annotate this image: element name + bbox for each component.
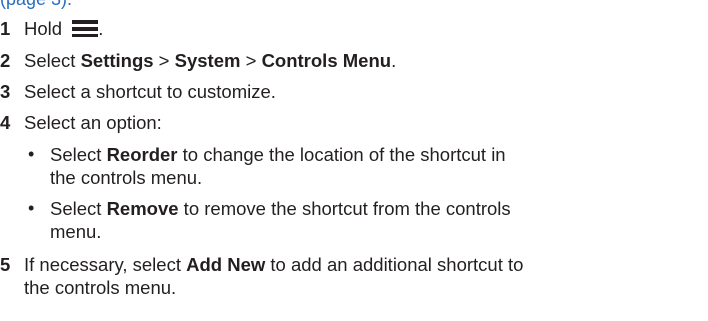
menu-icon (72, 19, 99, 42)
step-text: Select an option: (24, 112, 162, 133)
step-number: 5 (0, 254, 11, 275)
bullet-icon: • (28, 198, 35, 218)
reorder-label: Reorder (106, 144, 178, 165)
step-text: Select a shortcut to customize. (24, 81, 276, 102)
controls-menu-label: Controls Menu (261, 50, 392, 71)
step-number: 4 (0, 112, 11, 133)
remove-label: Remove (106, 198, 179, 219)
step-number: 3 (0, 81, 11, 102)
step-number: 2 (0, 50, 11, 71)
option-text-line2: the controls menu. (50, 167, 203, 188)
document-page: (page 3). 1 Hold . 2 Select Settings > S… (0, 0, 708, 321)
settings-label: Settings (80, 50, 154, 71)
system-label: System (174, 50, 241, 71)
step-text-line2: the controls menu. (24, 277, 177, 298)
option-text: Select Reorder to change the location of… (50, 144, 506, 165)
step-number: 1 (0, 18, 11, 39)
option-text-line2: menu. (50, 221, 102, 242)
add-new-label: Add New (186, 254, 266, 275)
bullet-icon: • (28, 144, 35, 164)
step-text: Hold . (24, 17, 103, 42)
step-text: Select Settings > System > Controls Menu… (24, 50, 397, 71)
option-text: Select Remove to remove the shortcut fro… (50, 198, 511, 219)
step-text: If necessary, select Add New to add an a… (24, 254, 524, 275)
page-reference-link[interactable]: (page 3). (0, 0, 72, 9)
